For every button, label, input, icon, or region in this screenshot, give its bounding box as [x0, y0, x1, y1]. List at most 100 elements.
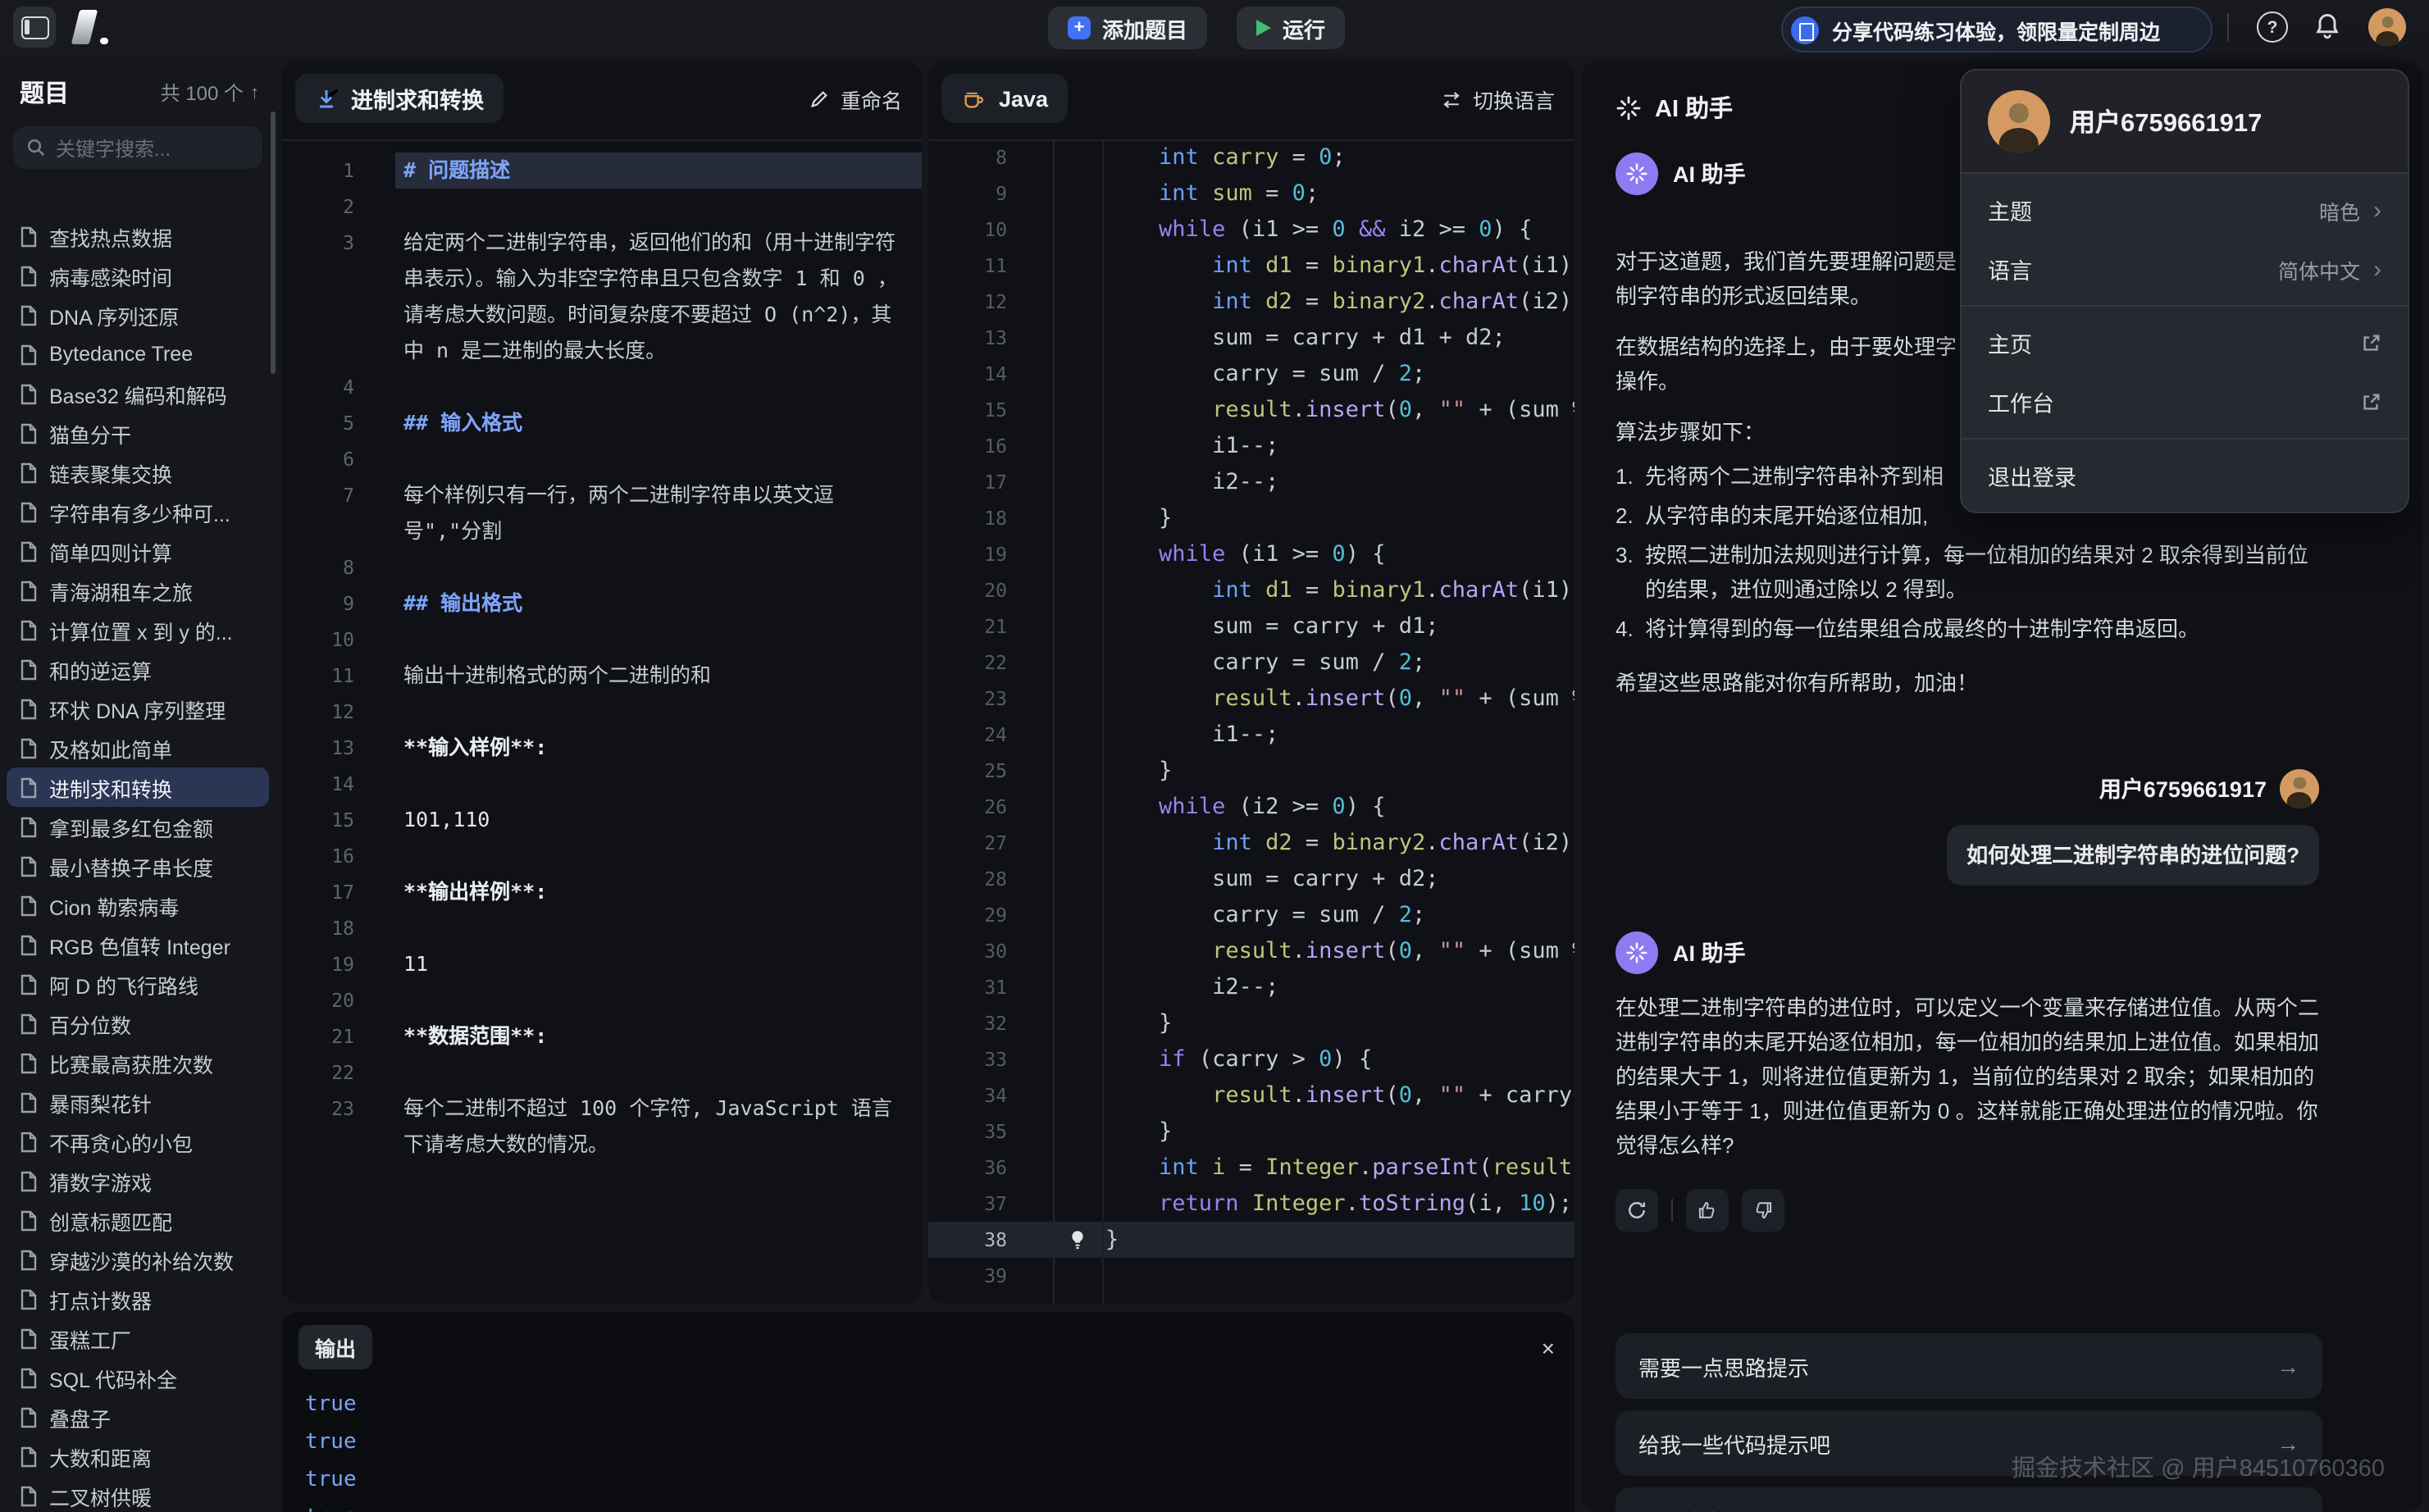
code-line[interactable]: 22 carry = sum / 2;: [928, 644, 1575, 681]
markdown-line[interactable]: 2: [282, 189, 922, 225]
code-line[interactable]: 28 sum = carry + d2;: [928, 861, 1575, 897]
code-line[interactable]: 37 return Integer.toString(i, 10);: [928, 1186, 1575, 1222]
code-line[interactable]: 15 result.insert(0, "" + (sum %: [928, 392, 1575, 428]
sidebar-item[interactable]: RGB 色值转 Integer: [7, 925, 269, 964]
app-logo[interactable]: [75, 10, 121, 44]
sidebar-item[interactable]: 青海湖租车之旅: [7, 571, 269, 610]
markdown-line[interactable]: 9## 输出格式: [282, 585, 922, 622]
code-line[interactable]: 14 carry = sum / 2;: [928, 356, 1575, 392]
suggestion-button[interactable]: 帮我检查一下代码→: [1616, 1487, 2322, 1512]
language-tab[interactable]: Java: [941, 74, 1068, 123]
sidebar-item[interactable]: 和的逆运算: [7, 649, 269, 689]
code-line[interactable]: 20 int d1 = binary1.charAt(i1) -: [928, 572, 1575, 608]
code-line[interactable]: 36 int i = Integer.parseInt(result.t: [928, 1150, 1575, 1186]
sidebar-item[interactable]: 百分位数: [7, 1004, 269, 1043]
code-line[interactable]: 32 }: [928, 1005, 1575, 1041]
markdown-line[interactable]: 14: [282, 766, 922, 802]
rename-button[interactable]: 重命名: [809, 84, 902, 115]
sidebar-item[interactable]: 不再贪心的小包: [7, 1122, 269, 1161]
promo-banner[interactable]: 分享代码练习体验，领限量定制周边: [1781, 7, 2213, 52]
sidebar-item[interactable]: 穿越沙漠的补给次数: [7, 1240, 269, 1279]
switch-language-button[interactable]: 切换语言: [1440, 84, 1555, 115]
sidebar-item[interactable]: 病毒感染时间: [7, 256, 269, 295]
code-line[interactable]: 12 int d2 = binary2.charAt(i2) -: [928, 284, 1575, 320]
code-line[interactable]: 34 result.insert(0, "" + carry): [928, 1077, 1575, 1114]
code-line[interactable]: 38}: [928, 1222, 1575, 1258]
sidebar-item[interactable]: DNA 序列还原: [7, 295, 269, 335]
markdown-line[interactable]: 10: [282, 622, 922, 658]
markdown-line[interactable]: 1911: [282, 946, 922, 982]
markdown-line[interactable]: 13**输入样例**:: [282, 730, 922, 766]
markdown-editor[interactable]: 1# 问题描述23给定两个二进制字符串，返回他们的和（用十进制字符串表示）。输入…: [282, 139, 922, 1304]
code-line[interactable]: 33 if (carry > 0) {: [928, 1041, 1575, 1077]
sidebar-item[interactable]: 环状 DNA 序列整理: [7, 689, 269, 728]
markdown-line[interactable]: 1# 问题描述: [282, 153, 922, 189]
sidebar-item[interactable]: 阿 D 的飞行路线: [7, 964, 269, 1004]
code-line[interactable]: 26 while (i2 >= 0) {: [928, 789, 1575, 825]
user-avatar[interactable]: [2368, 8, 2406, 46]
output-tab[interactable]: 输出: [298, 1325, 372, 1369]
markdown-line[interactable]: 22: [282, 1054, 922, 1091]
suggestion-button[interactable]: 给我一些代码提示吧→: [1616, 1410, 2322, 1476]
dropdown-item-主题[interactable]: 主题暗色›: [1962, 180, 2408, 239]
code-line[interactable]: 11 int d1 = binary1.charAt(i1) -: [928, 248, 1575, 284]
search-input[interactable]: 关键字搜索...: [13, 126, 262, 169]
dropdown-item-退出登录[interactable]: 退出登录: [1962, 446, 2408, 505]
problem-title-tab[interactable]: 进制求和转换: [295, 74, 504, 123]
thumbs-up-button[interactable]: [1686, 1189, 1729, 1232]
code-line[interactable]: 39: [928, 1258, 1575, 1294]
suggestion-button[interactable]: 需要一点思路提示→: [1616, 1333, 2322, 1399]
markdown-line[interactable]: 17**输出样例**:: [282, 874, 922, 910]
sidebar-item[interactable]: 打点计数器: [7, 1279, 269, 1318]
dropdown-item-主页[interactable]: 主页: [1962, 313, 2408, 372]
regenerate-button[interactable]: [1616, 1189, 1658, 1232]
markdown-line[interactable]: 18: [282, 910, 922, 946]
code-line[interactable]: 9 int sum = 0;: [928, 175, 1575, 212]
code-line[interactable]: 30 result.insert(0, "" + (sum %: [928, 933, 1575, 969]
lightbulb-icon[interactable]: [1066, 1228, 1089, 1251]
code-line[interactable]: 17 i2--;: [928, 464, 1575, 500]
sidebar-item[interactable]: 简单四则计算: [7, 531, 269, 571]
sidebar-item[interactable]: Base32 编码和解码: [7, 374, 269, 413]
markdown-line[interactable]: 23每个二进制不超过 100 个字符, JavaScript 语言下请考虑大数的…: [282, 1091, 922, 1163]
markdown-line[interactable]: 21**数据范围**:: [282, 1018, 922, 1054]
sidebar-item[interactable]: 暴雨梨花针: [7, 1082, 269, 1122]
dropdown-item-工作台[interactable]: 工作台: [1962, 372, 2408, 431]
markdown-line[interactable]: 11输出十进制格式的两个二进制的和: [282, 658, 922, 694]
code-line[interactable]: 35 }: [928, 1114, 1575, 1150]
markdown-line[interactable]: 20: [282, 982, 922, 1018]
sidebar-item[interactable]: 猜数字游戏: [7, 1161, 269, 1200]
run-button[interactable]: 运行: [1237, 7, 1345, 49]
sidebar-item[interactable]: 二叉树供暖: [7, 1476, 269, 1512]
sidebar-item[interactable]: 查找热点数据: [7, 216, 269, 256]
close-icon[interactable]: ×: [1542, 1334, 1555, 1360]
sidebar-item[interactable]: 猫鱼分干: [7, 413, 269, 453]
sidebar-item[interactable]: 蛋糕工厂: [7, 1318, 269, 1358]
sidebar-item[interactable]: 计算位置 x 到 y 的...: [7, 610, 269, 649]
sidebar-item[interactable]: Bytedance Tree: [7, 335, 269, 374]
dropdown-item-语言[interactable]: 语言简体中文›: [1962, 239, 2408, 298]
code-line[interactable]: 27 int d2 = binary2.charAt(i2) -: [928, 825, 1575, 861]
markdown-line[interactable]: 16: [282, 838, 922, 874]
code-editor[interactable]: 8 int carry = 0;9 int sum = 0;10 while (…: [928, 139, 1575, 1304]
sort-icon[interactable]: ↑: [250, 83, 259, 102]
markdown-line[interactable]: 8: [282, 549, 922, 585]
sidebar-scrollbar[interactable]: [271, 112, 276, 374]
markdown-line[interactable]: 3给定两个二进制字符串，返回他们的和（用十进制字符串表示）。输入为非空字符串且只…: [282, 225, 922, 369]
thumbs-down-button[interactable]: [1742, 1189, 1784, 1232]
sidebar-item[interactable]: 字符串有多少种可...: [7, 492, 269, 531]
code-line[interactable]: 29 carry = sum / 2;: [928, 897, 1575, 933]
code-line[interactable]: 8 int carry = 0;: [928, 139, 1575, 175]
markdown-line[interactable]: 5## 输入格式: [282, 405, 922, 441]
sidebar-item[interactable]: 叠盘子: [7, 1397, 269, 1437]
notification-bell-icon[interactable]: [2313, 11, 2342, 41]
code-line[interactable]: 21 sum = carry + d1;: [928, 608, 1575, 644]
code-line[interactable]: 24 i1--;: [928, 717, 1575, 753]
code-line[interactable]: 23 result.insert(0, "" + (sum %: [928, 681, 1575, 717]
sidebar-item[interactable]: 进制求和转换: [7, 767, 269, 807]
add-problem-button[interactable]: + 添加题目: [1048, 7, 1207, 49]
sidebar-item[interactable]: 比赛最高获胜次数: [7, 1043, 269, 1082]
sidebar-item[interactable]: SQL 代码补全: [7, 1358, 269, 1397]
markdown-line[interactable]: 7每个样例只有一行，两个二进制字符串以英文逗号","分割: [282, 477, 922, 549]
sidebar-item[interactable]: 链表聚集交换: [7, 453, 269, 492]
